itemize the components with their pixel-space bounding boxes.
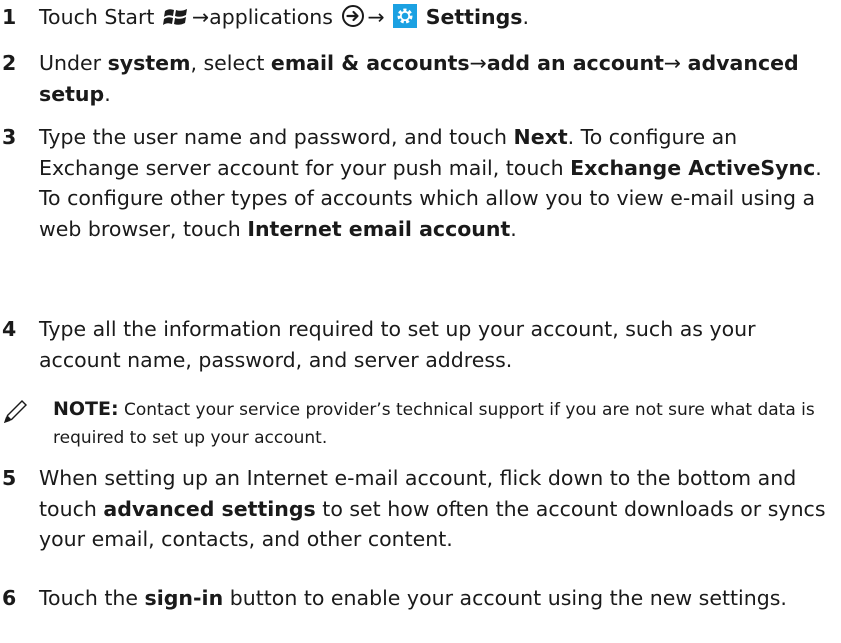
- step-6: 6 Touch the sign-in button to enable you…: [0, 583, 835, 614]
- document-page: 1 Touch Start →applications → Settings.: [0, 0, 841, 643]
- step-3: 3 Type the user name and password, and t…: [0, 122, 835, 244]
- note-text: NOTE: Contact your service provider’s te…: [53, 398, 815, 448]
- step-number: 5: [2, 466, 17, 490]
- step-number: 2: [2, 51, 17, 75]
- gear-icon: [393, 4, 418, 37]
- step-number: 3: [2, 125, 17, 149]
- step-text: Type all the information required to set…: [39, 317, 756, 372]
- step-4: 4 Type all the information required to s…: [0, 314, 835, 375]
- windows-logo-icon: [162, 6, 190, 37]
- step-number: 1: [2, 5, 17, 29]
- step-text: Touch Start →applications → Settings.: [39, 2, 835, 37]
- note-box: NOTE: Contact your service provider’s te…: [0, 395, 835, 452]
- pencil-note-icon: [0, 397, 30, 436]
- step-5: 5 When setting up an Internet e-mail acc…: [0, 463, 835, 555]
- step-text: Under system, select email & accounts→ad…: [39, 51, 799, 106]
- circled-arrow-right-icon: [341, 4, 365, 37]
- note-label: NOTE:: [53, 398, 119, 420]
- step-text: Touch the sign-in button to enable your …: [39, 586, 787, 610]
- step-number: 4: [2, 317, 17, 341]
- step-text: When setting up an Internet e-mail accou…: [39, 466, 826, 551]
- step-text: Type the user name and password, and tou…: [39, 125, 822, 241]
- step-number: 6: [2, 586, 17, 610]
- step-1: 1 Touch Start →applications → Settings.: [0, 2, 835, 37]
- step-2: 2 Under system, select email & accounts→…: [0, 48, 835, 109]
